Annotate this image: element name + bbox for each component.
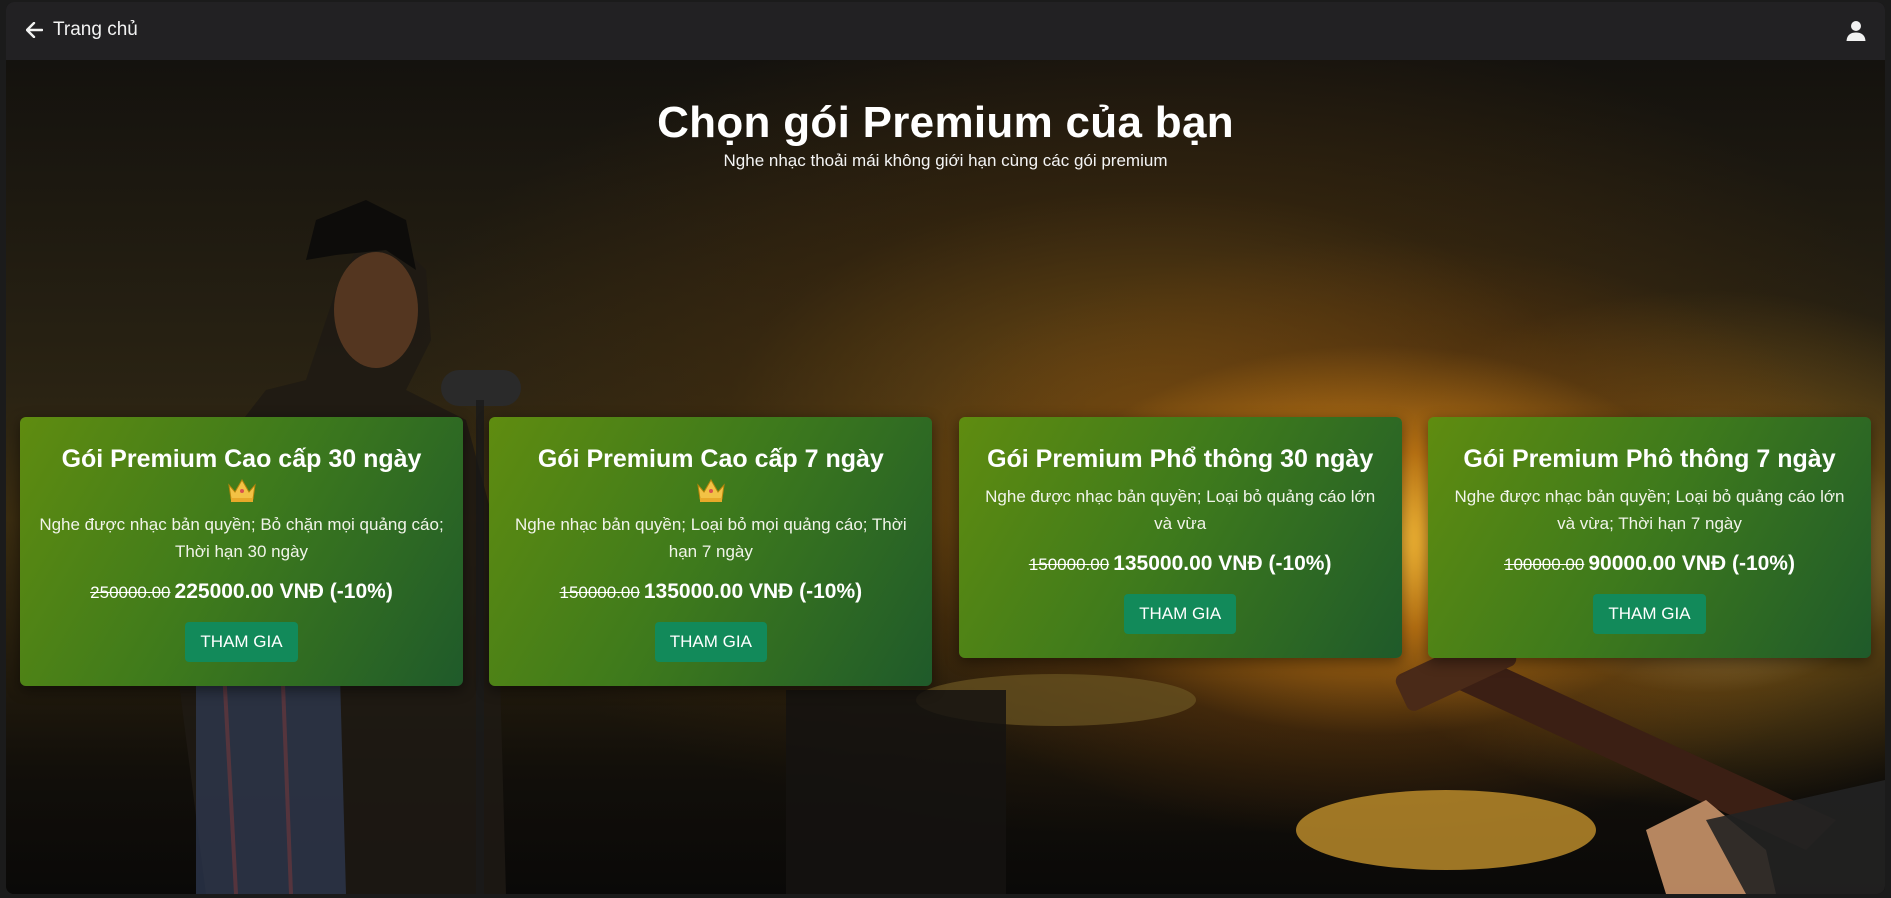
crown-icon [697,479,725,502]
plan-card-premium-7d: Gói Premium Cao cấp 7 ngày Nghe nhạc bản… [489,417,933,686]
plan-price: 150000.00 135000.00 VNĐ (-10%) [507,579,914,606]
plan-new-price: 135000.00 VNĐ (-10%) [1113,552,1332,575]
crown-icon [227,479,256,502]
join-button[interactable]: THAM GIA [1124,594,1237,634]
plan-price: 250000.00 225000.00 VNĐ (-10%) [38,579,445,606]
home-back-link[interactable]: Trang chủ [26,19,138,41]
user-icon [1846,21,1866,41]
plan-card-premium-30d: Gói Premium Cao cấp 30 ngày Nghe được nh… [20,417,463,686]
join-button[interactable]: THAM GIA [185,622,298,662]
plan-old-price: 250000.00 [90,583,171,602]
home-link-label: Trang chủ [53,19,138,40]
plan-card-list: Gói Premium Cao cấp 30 ngày Nghe được nh… [20,417,1871,686]
plan-description: Nghe được nhạc bản quyền; Loại bỏ quảng … [1454,487,1845,533]
plan-card-standard-30d: Gói Premium Phổ thông 30 ngày Nghe được … [958,417,1402,658]
plan-old-price: 100000.00 [1503,555,1585,574]
user-account-button[interactable] [1845,20,1867,42]
join-button[interactable]: THAM GIA [1593,594,1706,634]
plan-title: Gói Premium Phô thông 7 ngày [1463,445,1836,473]
plan-price: 150000.00 135000.00 VNĐ (-10%) [977,551,1384,578]
plan-price: 100000.00 90000.00 VNĐ (-10%) [1446,551,1853,578]
top-nav-bar: Trang chủ [6,2,1885,60]
page-subtitle: Nghe nhạc thoải mái không giới hạn cùng … [723,151,1168,170]
plan-description: Nghe nhạc bản quyền; Loại bỏ mọi quảng c… [514,515,907,561]
plan-old-price: 150000.00 [1028,555,1110,574]
plan-description: Nghe được nhạc bản quyền; Loại bỏ quảng … [985,487,1376,533]
plan-title: Gói Premium Cao cấp 30 ngày [61,445,422,473]
plan-title: Gói Premium Cao cấp 7 ngày [537,445,884,473]
plan-new-price: 90000.00 VNĐ (-10%) [1588,552,1795,575]
app-window: Trang chủ Chọn gói Premium của bạn Nghe … [6,2,1885,894]
join-button[interactable]: THAM GIA [654,622,767,662]
plan-card-standard-7d: Gói Premium Phô thông 7 ngày Nghe được n… [1427,417,1871,658]
plan-old-price: 150000.00 [559,583,640,602]
arrow-left-icon [26,22,43,38]
plan-new-price: 225000.00 VNĐ (-10%) [174,580,393,603]
page-title: Chọn gói Premium của bạn [657,98,1234,147]
plan-title: Gói Premium Phổ thông 30 ngày [987,445,1374,473]
plan-new-price: 135000.00 VNĐ (-10%) [643,580,863,603]
hero-section: Chọn gói Premium của bạn Nghe nhạc thoải… [6,60,1885,894]
plan-description: Nghe được nhạc bản quyền; Bỏ chặn mọi qu… [39,515,444,561]
